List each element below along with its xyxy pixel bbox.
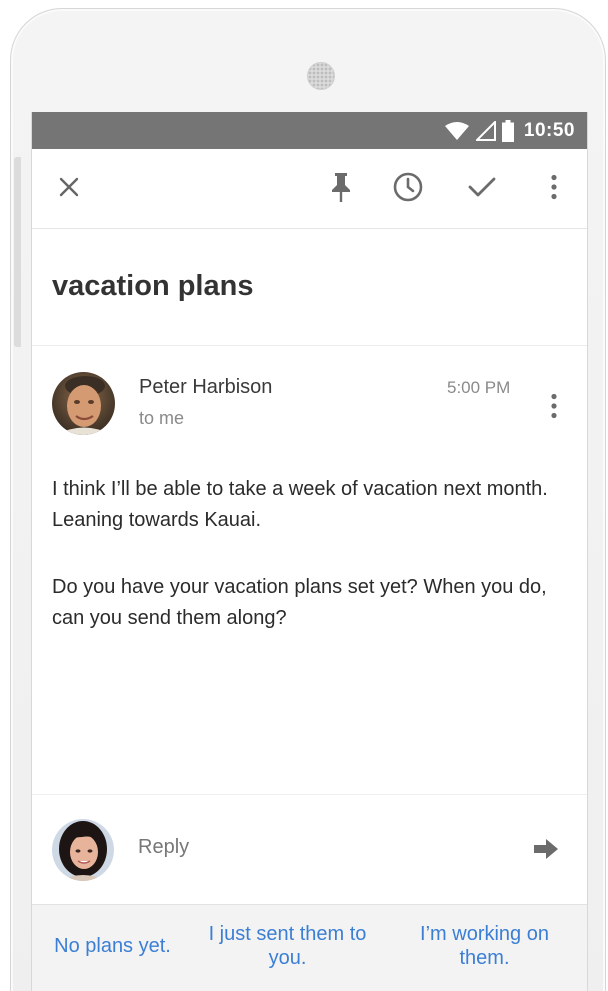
user-avatar: [52, 819, 114, 881]
pin-icon: [332, 173, 350, 202]
send-arrow-icon: [534, 839, 558, 859]
sender-name: Peter Harbison: [139, 376, 273, 398]
mark-done-button[interactable]: [462, 167, 502, 207]
snooze-button[interactable]: [388, 167, 428, 207]
wifi-icon: [444, 121, 470, 141]
reply-row: [32, 794, 587, 904]
status-time: 10:50: [523, 119, 575, 141]
phone-screen: 10:50 vacation plans Peter Harbison to m…: [31, 112, 588, 991]
phone-earpiece: [307, 62, 335, 90]
phone-side-button: [14, 157, 21, 347]
pin-button[interactable]: [321, 167, 361, 207]
snooze-clock-icon: [393, 172, 423, 202]
smart-reply-chip[interactable]: No plans yet.: [32, 905, 193, 991]
smart-reply-chip[interactable]: I just sent them to you.: [193, 905, 382, 991]
message-header: Peter Harbison to me 5:00 PM: [32, 346, 587, 446]
signal-icon: [475, 120, 496, 141]
send-button[interactable]: [528, 831, 564, 867]
recipient-label: to me: [139, 408, 185, 428]
check-done-icon: [468, 177, 496, 197]
more-vert-icon: [551, 393, 557, 419]
email-subject: vacation plans: [52, 270, 254, 302]
email-body-paragraph: I think I’ll be able to take a week of v…: [52, 478, 548, 531]
top-toolbar: [32, 149, 587, 229]
battery-icon: [501, 119, 514, 142]
close-button[interactable]: [49, 167, 89, 207]
subject-area: vacation plans: [32, 230, 587, 346]
status-bar: 10:50: [32, 112, 587, 149]
message-time: 5:00 PM: [447, 378, 511, 397]
smart-reply-chip[interactable]: I’m working on them.: [382, 905, 587, 991]
more-options-button[interactable]: [534, 167, 574, 207]
email-body-paragraph: Do you have your vacation plans set yet?…: [52, 576, 547, 629]
smart-reply-bar: No plans yet. I just sent them to you. I…: [32, 904, 587, 991]
message-more-button[interactable]: [542, 386, 566, 426]
close-icon: [59, 177, 79, 197]
sender-avatar[interactable]: [52, 372, 115, 435]
reply-input[interactable]: [138, 829, 518, 865]
more-vert-icon: [551, 174, 557, 200]
